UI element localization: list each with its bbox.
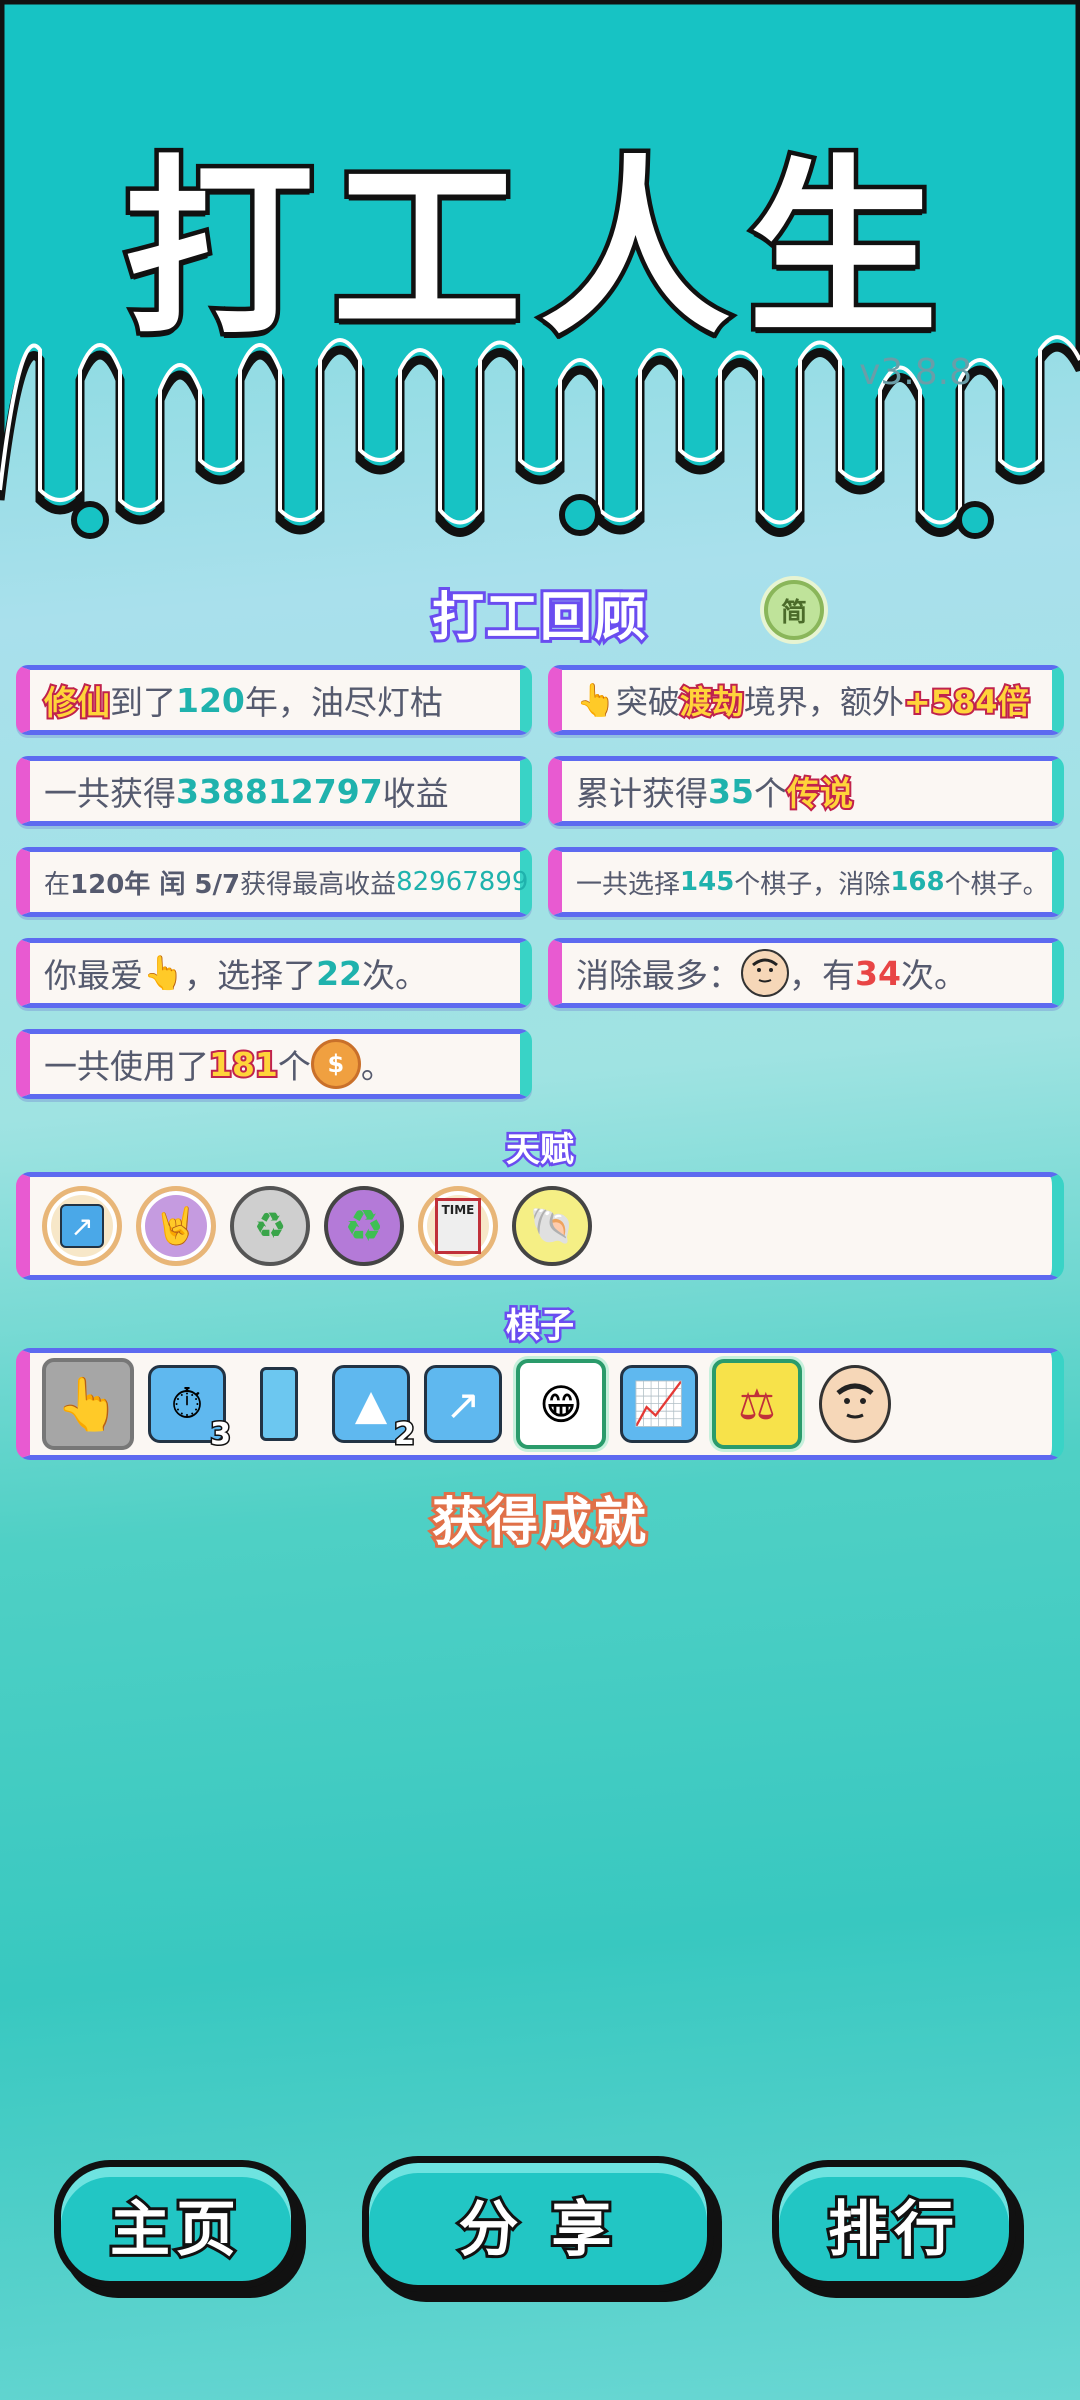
hand-piece-icon[interactable]: 👆 <box>42 1358 134 1450</box>
pieces-panel: 👆 ⏱ 3 ▲ 2 ↗ 😁 📈 ⚖ <box>16 1348 1064 1460</box>
talents-panel: ↗ 🤘 ♻ ♻ TIME 🐚 <box>16 1172 1064 1280</box>
version-label: v3.8.8 <box>859 352 972 393</box>
recycle-talent-icon[interactable]: ♻ <box>324 1186 404 1266</box>
phone-piece-icon[interactable] <box>240 1365 318 1443</box>
pieces-title: 棋子 <box>504 1304 577 1349</box>
stopwatch-piece-icon[interactable]: ⏱ 3 <box>148 1365 232 1454</box>
coin-icon: $ <box>310 1039 361 1089</box>
gold-bars-piece-icon[interactable]: ▲ 2 <box>332 1365 416 1454</box>
hand-icon: 👆 <box>576 681 616 719</box>
chart-piece-icon[interactable]: 📈 <box>620 1365 698 1443</box>
review-card-total-income: 一共获得 338812797 收益 <box>16 756 532 826</box>
home-button[interactable]: 主页 <box>54 2160 298 2288</box>
simplified-toggle-button[interactable]: 简 <box>764 580 824 640</box>
old-man-piece-icon[interactable]: 😁 <box>516 1359 606 1449</box>
face-icon <box>741 949 789 997</box>
bow-talent-icon[interactable]: ↗ <box>42 1186 122 1266</box>
rock-hand-talent-icon[interactable]: 🤘 <box>136 1186 216 1266</box>
review-card-most-eliminated: 消除最多： ，有 34 次。 <box>548 938 1064 1008</box>
scale-piece-icon[interactable]: ⚖ <box>712 1359 802 1449</box>
achievements-title: 获得成就 <box>429 1490 649 1556</box>
hand-icon: 👆 <box>143 953 185 992</box>
review-card-breakthrough: 👆 突破 渡劫 境界，额外 +584倍 <box>548 665 1064 735</box>
time-magazine-talent-icon[interactable]: TIME <box>418 1186 498 1266</box>
talents-title: 天赋 <box>504 1128 577 1173</box>
review-card-best-income: 在 120年 闰 5/7 获得最高收益 82967899 <box>16 847 532 917</box>
rank-button[interactable]: 排行 <box>772 2160 1016 2288</box>
review-card-pieces-count: 一共选择 145 个棋子，消除 168 个棋子。 <box>548 847 1064 917</box>
recycle-arrows-talent-icon[interactable]: ♻ <box>230 1186 310 1266</box>
trend-piece-icon[interactable]: ↗ <box>424 1365 502 1443</box>
share-button[interactable]: 分 享 <box>362 2156 714 2292</box>
review-card-coins-used: 一共使用了 181 个 $ 。 <box>16 1029 532 1099</box>
review-title: 打工回顾 <box>429 585 649 651</box>
review-card-favorite: 你最爱 👆 ，选择了 22 次。 <box>16 938 532 1008</box>
toggle-label: 简 <box>780 597 807 628</box>
shell-talent-icon[interactable]: 🐚 <box>512 1186 592 1266</box>
game-title: 打工人生 <box>119 135 956 365</box>
face-piece-icon[interactable] <box>816 1365 894 1443</box>
review-card-legends: 累计获得 35 个传说 <box>548 756 1064 826</box>
review-card-cultivation: 修仙 到了 120 年，油尽灯枯 <box>16 665 532 735</box>
